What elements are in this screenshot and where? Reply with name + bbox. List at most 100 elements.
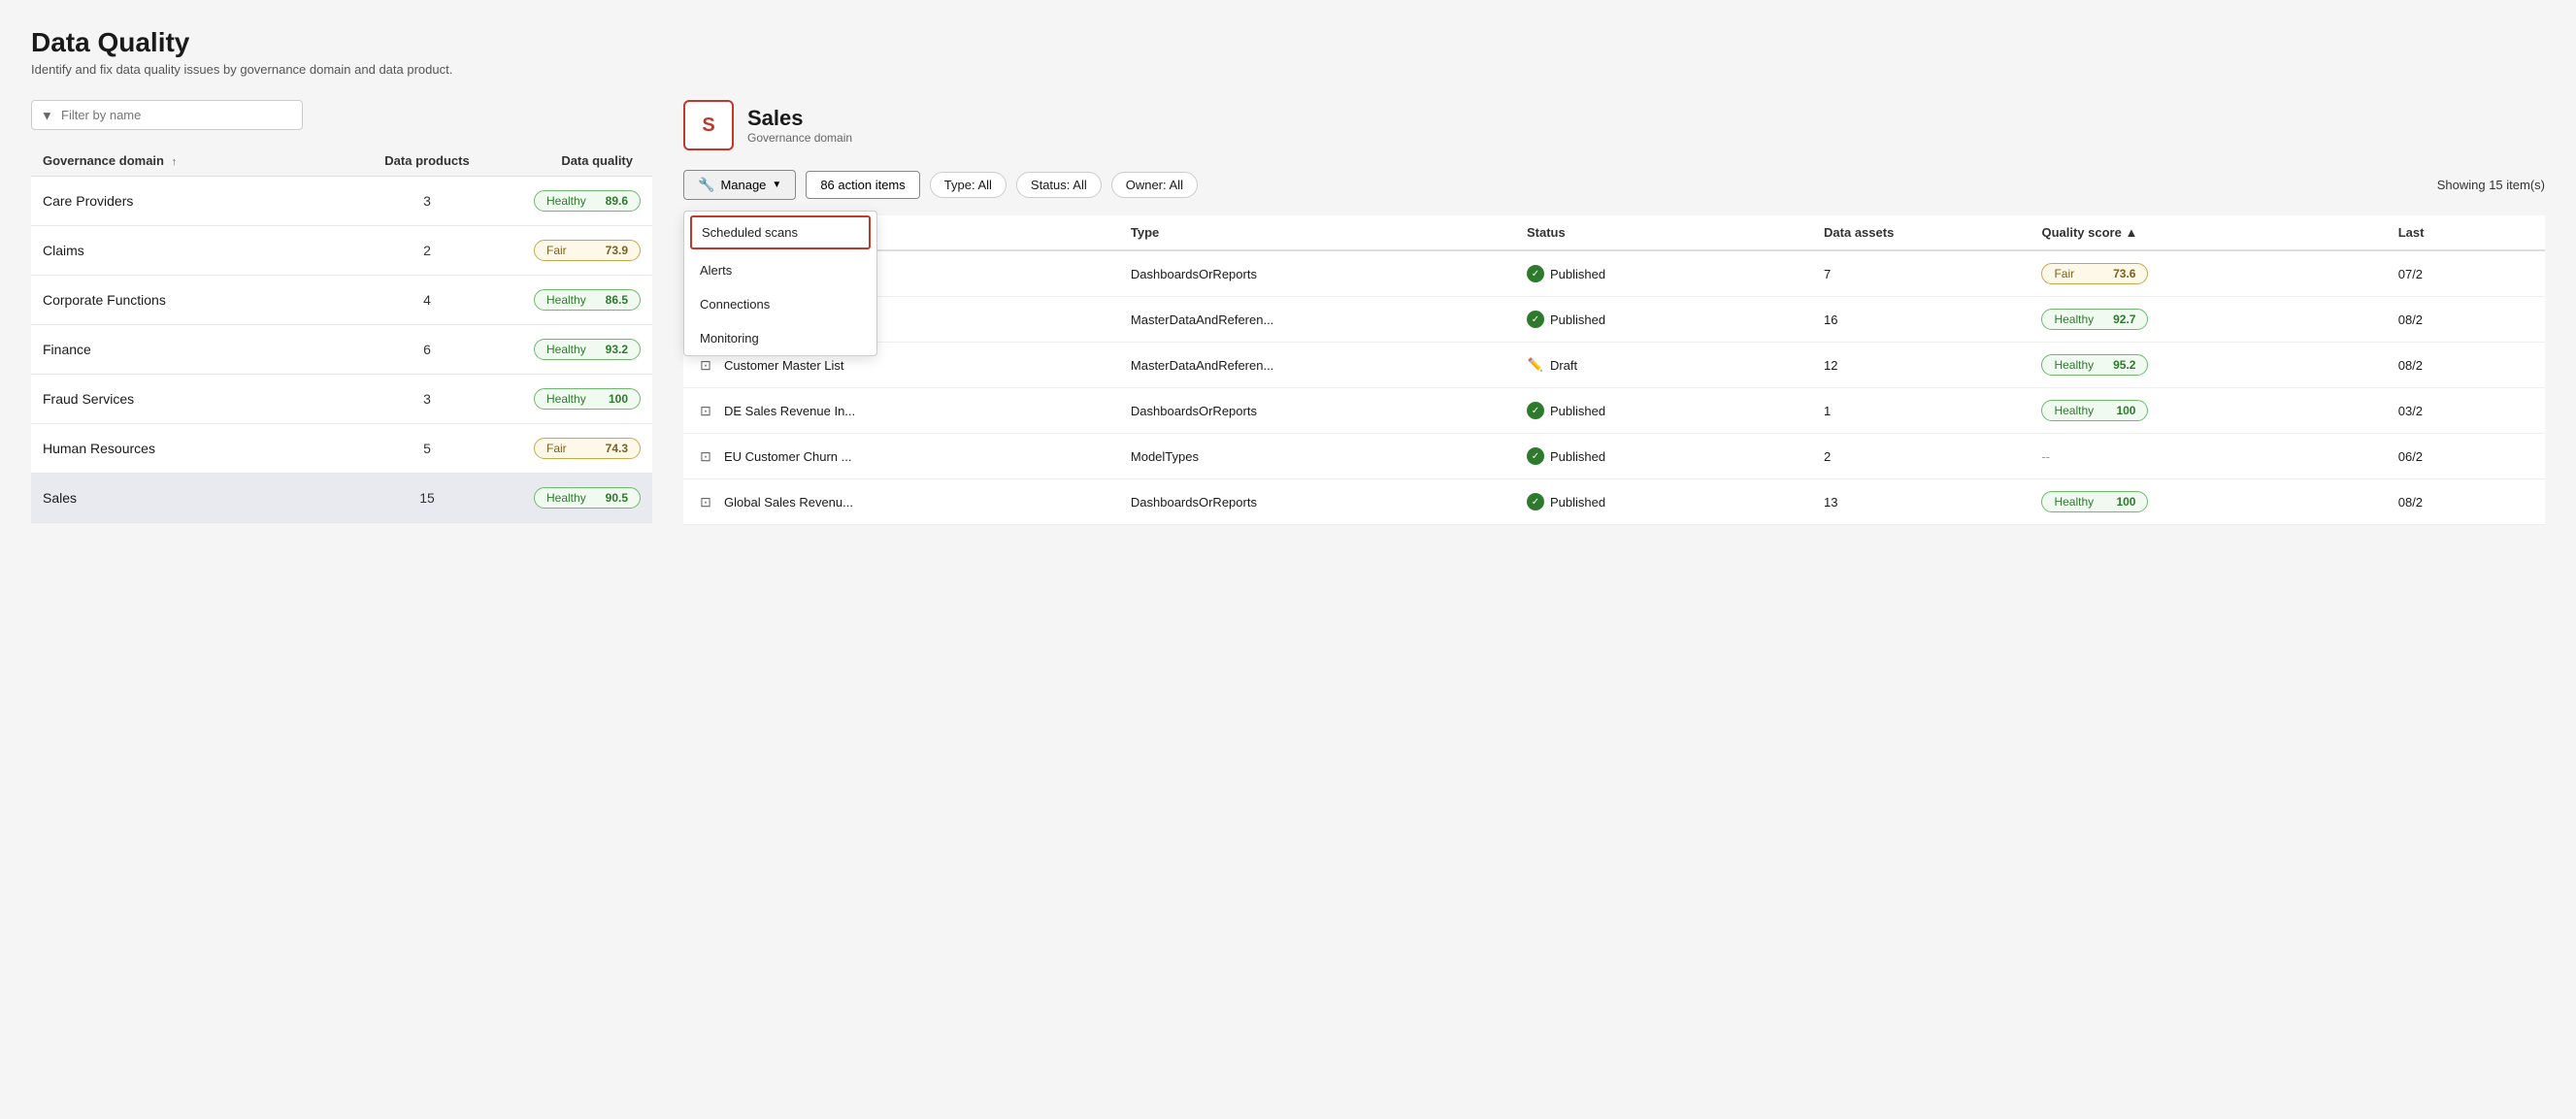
th-assets[interactable]: Data assets [1812, 215, 2030, 250]
quality-status: Healthy [2054, 495, 2094, 509]
domain-header-info: Sales Governance domain [747, 106, 852, 145]
manage-button[interactable]: 🔧 Manage ▼ [683, 170, 796, 200]
table-cell-type: DashboardsOrReports [1119, 388, 1515, 434]
table-row[interactable]: ⊡ Global Sales Revenu... DashboardsOrRep… [683, 479, 2545, 525]
th-last[interactable]: Last [2387, 215, 2545, 250]
table-cell-name: ⊡ DE Sales Revenue In... [683, 388, 1119, 434]
domain-row-name: Care Providers [43, 193, 369, 209]
table-cell-type: MasterDataAndReferen... [1119, 297, 1515, 343]
table-cell-last: 06/2 [2387, 434, 2545, 479]
th-type[interactable]: Type [1119, 215, 1515, 250]
domain-row-name: Corporate Functions [43, 292, 369, 308]
quality-status: Healthy [2054, 313, 2094, 326]
product-name: DE Sales Revenue In... [724, 404, 855, 418]
domain-list-item[interactable]: Sales 15 Healthy 90.5 [31, 474, 652, 523]
domain-row-quality: Healthy 86.5 [485, 289, 641, 311]
col-products-header: Data products [369, 153, 485, 168]
domain-list-item[interactable]: Finance 6 Healthy 93.2 [31, 325, 652, 375]
owner-filter-pill[interactable]: Owner: All [1111, 172, 1198, 198]
th-quality[interactable]: Quality score ▲ [2030, 215, 2386, 250]
table-row[interactable]: ⊡ MasterDataAndReferen... MasterDataAndR… [683, 297, 2545, 343]
col-domain-header: Governance domain ↑ [43, 153, 369, 168]
product-name: Customer Master List [724, 358, 844, 373]
domain-row-quality: Healthy 93.2 [485, 339, 641, 360]
quality-badge-none: -- [2041, 449, 2050, 464]
quality-status: Healthy [546, 392, 586, 406]
domain-row-quality: Healthy 100 [485, 388, 641, 410]
table-cell-status: ✓Published [1515, 250, 1812, 297]
status-label: Published [1550, 449, 1605, 464]
domain-table-header: Governance domain ↑ Data products Data q… [31, 146, 652, 177]
dropdown-item-scheduled-scans[interactable]: Scheduled scans [690, 215, 871, 249]
table-cell-name: ⊡ EU Customer Churn ... [683, 434, 1119, 479]
domain-list: Care Providers 3 Healthy 89.6 Claims 2 F… [31, 177, 652, 523]
status-label: Published [1550, 404, 1605, 418]
table-cell-quality: Healthy 95.2 [2030, 343, 2386, 388]
table-row[interactable]: ⊡ DE Sales Revenue In... DashboardsOrRep… [683, 388, 2545, 434]
quality-badge: Fair 74.3 [534, 438, 641, 459]
status-label: Published [1550, 495, 1605, 510]
quality-badge: Healthy 100 [2041, 400, 2148, 421]
domain-list-item[interactable]: Human Resources 5 Fair 74.3 [31, 424, 652, 474]
filter-input[interactable] [31, 100, 303, 130]
quality-status: Healthy [2054, 404, 2094, 417]
domain-row-products: 3 [369, 193, 485, 209]
domain-row-products: 2 [369, 243, 485, 258]
table-row[interactable]: ⊡ EU Customer Churn ... ModelTypes ✓Publ… [683, 434, 2545, 479]
page-title: Data Quality [31, 27, 2545, 58]
action-items-button[interactable]: 86 action items [806, 171, 919, 199]
manage-label: Manage [720, 178, 766, 192]
check-icon: ✓ [1527, 311, 1544, 328]
quality-score: 95.2 [2113, 358, 2135, 372]
domain-row-quality: Fair 73.9 [485, 240, 641, 261]
status-filter-pill[interactable]: Status: All [1016, 172, 1102, 198]
domain-row-quality: Healthy 90.5 [485, 487, 641, 509]
product-icon: ⊡ [695, 400, 716, 421]
table-cell-assets: 1 [1812, 388, 2030, 434]
dropdown-item-alerts[interactable]: Alerts [684, 253, 876, 287]
dropdown-item-connections[interactable]: Connections [684, 287, 876, 321]
table-row[interactable]: ⊡ Customer Master List MasterDataAndRefe… [683, 343, 2545, 388]
table-cell-last: 08/2 [2387, 479, 2545, 525]
quality-status: Healthy [2054, 358, 2094, 372]
domain-row-name: Finance [43, 342, 369, 357]
table-cell-quality: Fair 73.6 [2030, 250, 2386, 297]
domain-list-item[interactable]: Corporate Functions 4 Healthy 86.5 [31, 276, 652, 325]
domain-list-item[interactable]: Fraud Services 3 Healthy 100 [31, 375, 652, 424]
domain-row-quality: Healthy 89.6 [485, 190, 641, 212]
product-icon: ⊡ [695, 354, 716, 376]
domain-title: Sales [747, 106, 852, 131]
check-icon: ✓ [1527, 402, 1544, 419]
quality-badge: Healthy 100 [2041, 491, 2148, 512]
domain-row-name: Fraud Services [43, 391, 369, 407]
table-header-row: Type Status Data assets Quality score ▲ … [683, 215, 2545, 250]
quality-status: Fair [2054, 267, 2074, 280]
type-filter-pill[interactable]: Type: All [930, 172, 1007, 198]
quality-status: Fair [546, 244, 567, 257]
domain-row-products: 15 [369, 490, 485, 506]
th-status[interactable]: Status [1515, 215, 1812, 250]
domain-list-item[interactable]: Care Providers 3 Healthy 89.6 [31, 177, 652, 226]
domain-row-products: 6 [369, 342, 485, 357]
table-row[interactable]: ⊡ Customer Master List DashboardsOrRepor… [683, 250, 2545, 297]
data-table-wrapper: Type Status Data assets Quality score ▲ … [683, 215, 2545, 525]
quality-score: 89.6 [606, 194, 628, 208]
status-label: Published [1550, 267, 1605, 281]
table-cell-assets: 7 [1812, 250, 2030, 297]
domain-row-name: Sales [43, 490, 369, 506]
table-cell-status: ✓Published [1515, 434, 1812, 479]
domain-avatar: S [683, 100, 734, 150]
filter-icon: ▼ [41, 108, 53, 122]
quality-status: Healthy [546, 293, 586, 307]
left-panel: ▼ Governance domain ↑ Data products Data… [31, 100, 652, 525]
quality-score: 74.3 [606, 442, 628, 455]
domain-list-item[interactable]: Claims 2 Fair 73.9 [31, 226, 652, 276]
quality-score: 93.2 [606, 343, 628, 356]
right-panel: S Sales Governance domain 🔧 Manage ▼ S [683, 100, 2545, 525]
dropdown-item-monitoring[interactable]: Monitoring [684, 321, 876, 355]
table-cell-status: ✏️Draft [1515, 343, 1812, 388]
filter-input-wrap: ▼ [31, 100, 303, 130]
domain-row-name: Human Resources [43, 441, 369, 456]
quality-score: 73.6 [2113, 267, 2135, 280]
table-cell-type: MasterDataAndReferen... [1119, 343, 1515, 388]
